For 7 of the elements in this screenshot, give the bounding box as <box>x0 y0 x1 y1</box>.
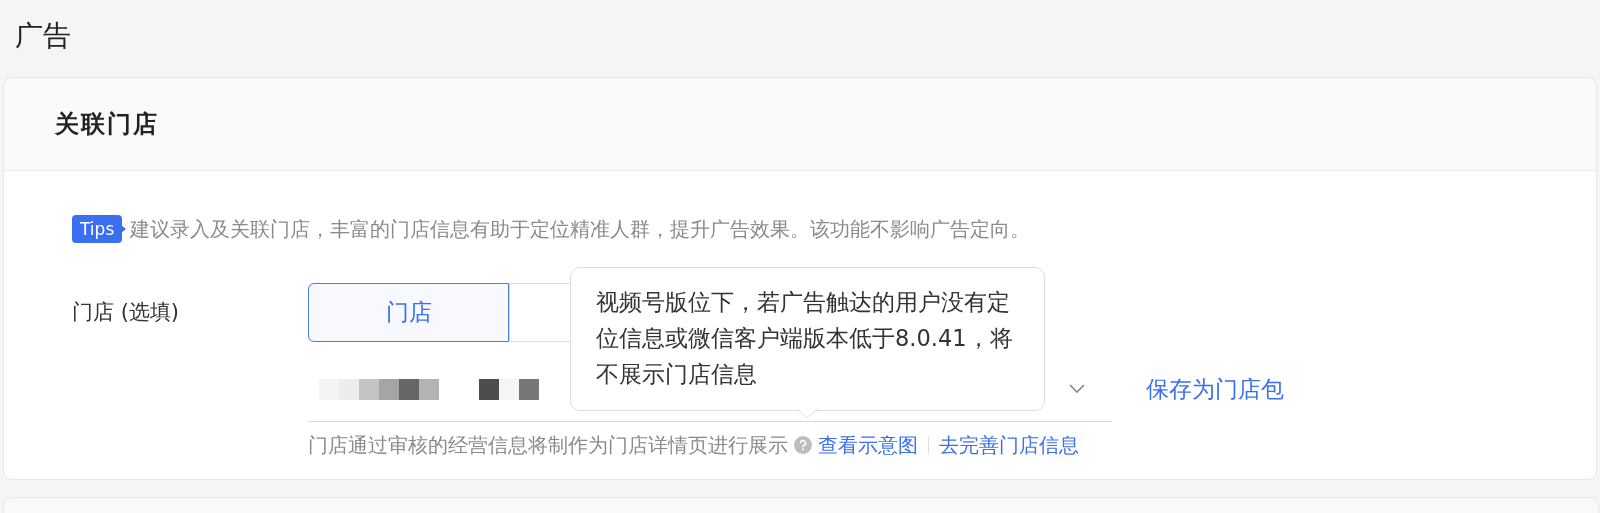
page-title: 广告 <box>14 18 72 54</box>
field-label: 门店 (选填) <box>72 299 181 326</box>
tips-badge: Tips <box>72 215 123 243</box>
tooltip-text: 视频号版位下，若广告触达的用户没有定位信息或微信客户端版本低于8.0.41，将不展示门店信息 <box>596 288 1014 389</box>
card-title: 关联门店 <box>55 109 159 140</box>
tips-text: 建议录入及关联门店，丰富的门店信息有助于定位精准人群，提升广告效果。该功能不影响广告定向。 <box>130 215 1031 243</box>
helper-text: 门店通过审核的经营信息将制作为门店详情页进行展示 <box>308 431 788 459</box>
